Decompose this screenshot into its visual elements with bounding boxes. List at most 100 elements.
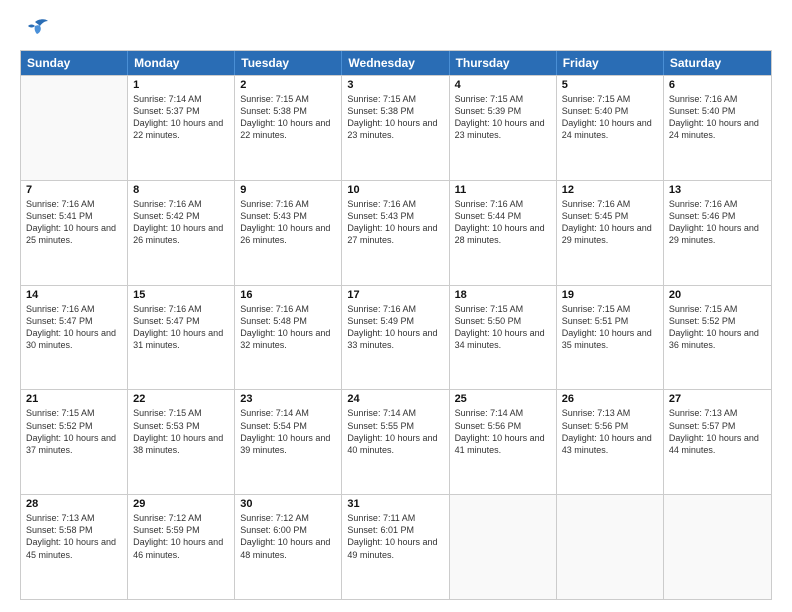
calendar-cell: 28 Sunrise: 7:13 AM Sunset: 5:58 PM Dayli… — [21, 495, 128, 599]
cell-content: Sunrise: 7:16 AM Sunset: 5:40 PM Dayligh… — [669, 93, 766, 142]
cell-content: Sunrise: 7:15 AM Sunset: 5:38 PM Dayligh… — [347, 93, 443, 142]
day-number: 16 — [240, 289, 336, 301]
day-number: 8 — [133, 184, 229, 196]
calendar-body: 1Sunrise: 7:14 AM Sunset: 5:37 PM Daylig… — [21, 75, 771, 599]
day-number: 21 — [26, 393, 122, 405]
calendar-cell: 27 Sunrise: 7:13 AM Sunset: 5:57 PM Dayli… — [664, 390, 771, 494]
cell-content: Sunrise: 7:16 AM Sunset: 5:44 PM Dayligh… — [455, 198, 551, 247]
calendar-header-cell: Saturday — [664, 51, 771, 75]
cell-content: Sunrise: 7:14 AM Sunset: 5:55 PM Dayligh… — [347, 407, 443, 456]
calendar-header-cell: Tuesday — [235, 51, 342, 75]
calendar-header-cell: Thursday — [450, 51, 557, 75]
calendar-row: 1Sunrise: 7:14 AM Sunset: 5:37 PM Daylig… — [21, 75, 771, 180]
calendar-cell: 25 Sunrise: 7:14 AM Sunset: 5:56 PM Dayli… — [450, 390, 557, 494]
calendar-cell: 31 Sunrise: 7:11 AM Sunset: 6:01 PM Dayli… — [342, 495, 449, 599]
calendar-cell: 16Sunrise: 7:16 AM Sunset: 5:48 PM Dayli… — [235, 286, 342, 390]
cell-content: Sunrise: 7:11 AM Sunset: 6:01 PM Dayligh… — [347, 512, 443, 561]
calendar-cell: 29 Sunrise: 7:12 AM Sunset: 5:59 PM Dayli… — [128, 495, 235, 599]
calendar-row: 7 Sunrise: 7:16 AM Sunset: 5:41 PM Daylig… — [21, 180, 771, 285]
calendar-cell: 2 Sunrise: 7:15 AM Sunset: 5:38 PM Daylig… — [235, 76, 342, 180]
cell-content: Sunrise: 7:14 AM Sunset: 5:54 PM Dayligh… — [240, 407, 336, 456]
calendar-header-cell: Wednesday — [342, 51, 449, 75]
cell-content: Sunrise: 7:16 AM Sunset: 5:45 PM Dayligh… — [562, 198, 658, 247]
day-number: 23 — [240, 393, 336, 405]
cell-content: Sunrise: 7:14 AM Sunset: 5:37 PM Dayligh… — [133, 93, 229, 142]
calendar-cell: 13Sunrise: 7:16 AM Sunset: 5:46 PM Dayli… — [664, 181, 771, 285]
day-number: 20 — [669, 289, 766, 301]
calendar-header: SundayMondayTuesdayWednesdayThursdayFrid… — [21, 51, 771, 75]
cell-content: Sunrise: 7:15 AM Sunset: 5:39 PM Dayligh… — [455, 93, 551, 142]
cell-content: Sunrise: 7:15 AM Sunset: 5:38 PM Dayligh… — [240, 93, 336, 142]
day-number: 22 — [133, 393, 229, 405]
calendar-cell: 18Sunrise: 7:15 AM Sunset: 5:50 PM Dayli… — [450, 286, 557, 390]
cell-content: Sunrise: 7:16 AM Sunset: 5:43 PM Dayligh… — [347, 198, 443, 247]
calendar-cell: 17Sunrise: 7:16 AM Sunset: 5:49 PM Dayli… — [342, 286, 449, 390]
calendar-cell — [664, 495, 771, 599]
calendar-cell: 11 Sunrise: 7:16 AM Sunset: 5:44 PM Dayli… — [450, 181, 557, 285]
cell-content: Sunrise: 7:16 AM Sunset: 5:42 PM Dayligh… — [133, 198, 229, 247]
day-number: 3 — [347, 79, 443, 91]
day-number: 6 — [669, 79, 766, 91]
calendar-cell — [557, 495, 664, 599]
calendar-cell: 4 Sunrise: 7:15 AM Sunset: 5:39 PM Daylig… — [450, 76, 557, 180]
day-number: 24 — [347, 393, 443, 405]
cell-content: Sunrise: 7:16 AM Sunset: 5:41 PM Dayligh… — [26, 198, 122, 247]
day-number: 2 — [240, 79, 336, 91]
calendar-cell: 6 Sunrise: 7:16 AM Sunset: 5:40 PM Daylig… — [664, 76, 771, 180]
cell-content: Sunrise: 7:14 AM Sunset: 5:56 PM Dayligh… — [455, 407, 551, 456]
cell-content: Sunrise: 7:15 AM Sunset: 5:53 PM Dayligh… — [133, 407, 229, 456]
calendar-row: 28 Sunrise: 7:13 AM Sunset: 5:58 PM Dayli… — [21, 494, 771, 599]
cell-content: Sunrise: 7:13 AM Sunset: 5:57 PM Dayligh… — [669, 407, 766, 456]
day-number: 11 — [455, 184, 551, 196]
cell-content: Sunrise: 7:15 AM Sunset: 5:40 PM Dayligh… — [562, 93, 658, 142]
calendar-cell: 30Sunrise: 7:12 AM Sunset: 6:00 PM Dayli… — [235, 495, 342, 599]
calendar-cell: 8 Sunrise: 7:16 AM Sunset: 5:42 PM Daylig… — [128, 181, 235, 285]
calendar-cell: 12 Sunrise: 7:16 AM Sunset: 5:45 PM Dayli… — [557, 181, 664, 285]
calendar-cell — [450, 495, 557, 599]
calendar-cell: 10 Sunrise: 7:16 AM Sunset: 5:43 PM Dayli… — [342, 181, 449, 285]
calendar-cell: 26 Sunrise: 7:13 AM Sunset: 5:56 PM Dayli… — [557, 390, 664, 494]
calendar-cell: 23 Sunrise: 7:14 AM Sunset: 5:54 PM Dayli… — [235, 390, 342, 494]
day-number: 4 — [455, 79, 551, 91]
cell-content: Sunrise: 7:12 AM Sunset: 6:00 PM Dayligh… — [240, 512, 336, 561]
day-number: 14 — [26, 289, 122, 301]
page: SundayMondayTuesdayWednesdayThursdayFrid… — [0, 0, 792, 612]
calendar-cell: 3 Sunrise: 7:15 AM Sunset: 5:38 PM Daylig… — [342, 76, 449, 180]
cell-content: Sunrise: 7:16 AM Sunset: 5:43 PM Dayligh… — [240, 198, 336, 247]
calendar-cell: 21Sunrise: 7:15 AM Sunset: 5:52 PM Dayli… — [21, 390, 128, 494]
day-number: 31 — [347, 498, 443, 510]
day-number: 27 — [669, 393, 766, 405]
day-number: 7 — [26, 184, 122, 196]
day-number: 26 — [562, 393, 658, 405]
logo-icon — [20, 18, 50, 40]
day-number: 29 — [133, 498, 229, 510]
calendar-cell — [21, 76, 128, 180]
day-number: 28 — [26, 498, 122, 510]
day-number: 15 — [133, 289, 229, 301]
cell-content: Sunrise: 7:15 AM Sunset: 5:50 PM Dayligh… — [455, 303, 551, 352]
day-number: 10 — [347, 184, 443, 196]
calendar-header-cell: Monday — [128, 51, 235, 75]
cell-content: Sunrise: 7:13 AM Sunset: 5:56 PM Dayligh… — [562, 407, 658, 456]
calendar-cell: 9 Sunrise: 7:16 AM Sunset: 5:43 PM Daylig… — [235, 181, 342, 285]
cell-content: Sunrise: 7:16 AM Sunset: 5:47 PM Dayligh… — [133, 303, 229, 352]
cell-content: Sunrise: 7:16 AM Sunset: 5:47 PM Dayligh… — [26, 303, 122, 352]
calendar-cell: 15 Sunrise: 7:16 AM Sunset: 5:47 PM Dayli… — [128, 286, 235, 390]
logo — [20, 18, 54, 40]
cell-content: Sunrise: 7:12 AM Sunset: 5:59 PM Dayligh… — [133, 512, 229, 561]
day-number: 25 — [455, 393, 551, 405]
day-number: 19 — [562, 289, 658, 301]
calendar-cell: 20Sunrise: 7:15 AM Sunset: 5:52 PM Dayli… — [664, 286, 771, 390]
day-number: 9 — [240, 184, 336, 196]
calendar-header-cell: Sunday — [21, 51, 128, 75]
calendar-cell: 22 Sunrise: 7:15 AM Sunset: 5:53 PM Dayli… — [128, 390, 235, 494]
cell-content: Sunrise: 7:13 AM Sunset: 5:58 PM Dayligh… — [26, 512, 122, 561]
calendar-cell: 14 Sunrise: 7:16 AM Sunset: 5:47 PM Dayli… — [21, 286, 128, 390]
calendar: SundayMondayTuesdayWednesdayThursdayFrid… — [20, 50, 772, 600]
cell-content: Sunrise: 7:16 AM Sunset: 5:49 PM Dayligh… — [347, 303, 443, 352]
calendar-row: 14 Sunrise: 7:16 AM Sunset: 5:47 PM Dayli… — [21, 285, 771, 390]
calendar-cell: 7 Sunrise: 7:16 AM Sunset: 5:41 PM Daylig… — [21, 181, 128, 285]
day-number: 12 — [562, 184, 658, 196]
cell-content: Sunrise: 7:16 AM Sunset: 5:46 PM Dayligh… — [669, 198, 766, 247]
header — [20, 18, 772, 40]
